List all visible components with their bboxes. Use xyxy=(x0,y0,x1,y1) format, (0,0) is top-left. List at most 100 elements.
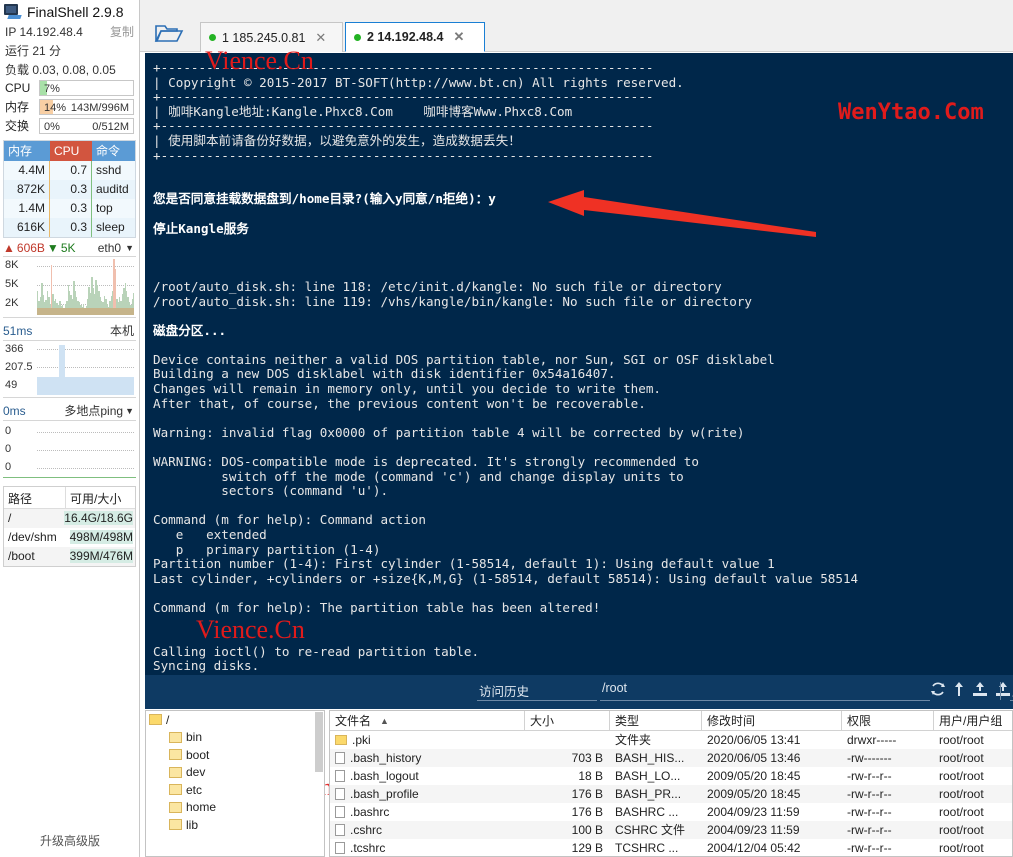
process-memory: 1.4M xyxy=(4,199,50,218)
file-list[interactable]: 文件名 ▲ 大小 类型 修改时间 权限 用户/用户组 .pki 文件夹 2020/0… xyxy=(329,710,1013,857)
file-icon xyxy=(335,770,345,782)
terminal-line: +---------------------------------------… xyxy=(153,118,654,134)
tree-scrollbar[interactable] xyxy=(315,712,323,772)
file-permission: -rw------- xyxy=(847,751,892,765)
terminal-line: Command (m for help): The partition tabl… xyxy=(153,599,601,615)
disk-col-usage[interactable]: 可用/大小 xyxy=(66,487,135,508)
network-y-label: 5K xyxy=(5,278,19,290)
process-command: auditd xyxy=(96,182,129,196)
table-row[interactable]: .bashrc 176 B BASHRC ... 2004/09/23 11:59 -r… xyxy=(330,803,1012,821)
terminal-line: Last cylinder, +cylinders or +size{K,M,G… xyxy=(153,570,859,586)
file-modified-time: 2004/12/04 05:42 xyxy=(707,841,801,855)
file-name-cell: .bash_profile xyxy=(330,785,525,803)
chevron-down-icon[interactable]: ▼ xyxy=(125,243,134,253)
path-field[interactable]: /root xyxy=(600,681,930,701)
tree-item-root[interactable]: / xyxy=(146,711,324,729)
disk-table: 路径 可用/大小 / 16.4G/18.6G /dev/shm 498M/498… xyxy=(3,486,136,567)
download-arrow-icon: ▼ xyxy=(46,241,59,255)
tree-item-etc[interactable]: etc xyxy=(146,781,324,799)
network-y-label: 2K xyxy=(5,297,19,309)
column-header-name[interactable]: 文件名 ▲ xyxy=(330,711,525,730)
tab-label: 2 14.192.48.4 xyxy=(367,30,444,44)
ping-value: 0ms xyxy=(3,403,26,418)
ping-source[interactable]: 多地点ping xyxy=(64,402,123,419)
tree-item-lib[interactable]: lib xyxy=(146,816,324,834)
cpu-meter-row: CPU 7% xyxy=(0,79,139,97)
file-modified-time: 2020/06/05 13:46 xyxy=(707,751,801,765)
process-col-cpu[interactable]: CPU xyxy=(50,141,92,161)
terminal-line: +---------------------------------------… xyxy=(153,147,654,163)
network-interface[interactable]: eth0 xyxy=(98,241,121,255)
tree-item-dev[interactable]: dev xyxy=(146,764,324,782)
file-name-cell: .tcshrc xyxy=(330,839,525,856)
process-row[interactable]: 1.4M 0.3 top xyxy=(4,199,135,218)
disk-col-path[interactable]: 路径 xyxy=(4,487,66,508)
column-header-size[interactable]: 大小 xyxy=(525,711,610,730)
disk-row[interactable]: /dev/shm 498M/498M xyxy=(4,528,135,547)
close-icon[interactable]: ✕ xyxy=(315,30,326,46)
open-folder-icon[interactable] xyxy=(154,22,188,46)
disk-usage-value: 16.4G/18.6G xyxy=(64,511,133,525)
tree-item-home[interactable]: home xyxy=(146,799,324,817)
terminal-line: e extended xyxy=(153,527,267,542)
network-upload-value: 606B xyxy=(16,241,45,255)
table-row[interactable]: .bash_history 703 B BASH_HIS... 2020/06/05 … xyxy=(330,749,1012,767)
process-col-command[interactable]: 命令 xyxy=(92,141,135,161)
table-row[interactable]: .bash_profile 176 B BASH_PR... 2009/05/20 1… xyxy=(330,785,1012,803)
sidebar: FinalShell 2.9.8 IP 14.192.48.4 复制 运行 21… xyxy=(0,0,140,857)
table-row[interactable]: .pki 文件夹 2020/06/05 13:41 drwxr----- root/ro… xyxy=(330,731,1012,749)
access-history-field[interactable]: 访问历史 xyxy=(477,681,597,701)
file-tree[interactable]: / bin boot dev etc home lib xyxy=(145,710,325,857)
tab-session-1[interactable]: 1 185.245.0.81 ✕ xyxy=(200,22,343,52)
terminal-line: p primary partition (1-4) xyxy=(153,541,381,557)
uptime-row: 运行 21 分 xyxy=(0,41,139,60)
table-row[interactable]: .cshrc 100 B CSHRC 文件 2004/09/23 11:59 -rw-r… xyxy=(330,821,1012,839)
disk-row[interactable]: /boot 399M/476M xyxy=(4,547,135,566)
column-header-permission[interactable]: 权限 xyxy=(842,711,934,730)
copy-button[interactable]: 复制 xyxy=(110,23,134,40)
process-row[interactable]: 872K 0.3 auditd xyxy=(4,180,135,199)
terminal-line: +---------------------------------------… xyxy=(153,60,654,75)
close-icon[interactable]: ✕ xyxy=(453,29,464,45)
process-table: 内存 CPU 命令 4.4M 0.7 sshd 872K 0.3 auditd … xyxy=(3,140,136,238)
table-row[interactable]: .bash_logout 18 B BASH_LO... 2009/05/20 18:… xyxy=(330,767,1012,785)
status-dot-icon xyxy=(354,33,361,41)
process-cpu: 0.3 xyxy=(50,180,92,199)
process-memory: 872K xyxy=(4,180,50,199)
swap-label: 交换 xyxy=(5,119,30,133)
upload-arrow-icon[interactable] xyxy=(953,681,965,697)
tree-item-bin[interactable]: bin xyxy=(146,729,324,747)
latency-value: 51ms xyxy=(3,323,33,338)
terminal-output[interactable]: +---------------------------------------… xyxy=(145,53,1013,675)
tab-session-2[interactable]: 2 14.192.48.4 ✕ xyxy=(345,22,485,52)
terminal-line: | 使用脚本前请备份好数据，以避免意外的发生，造成数据丢失！ xyxy=(153,132,521,148)
ping-header: 0ms 多地点ping ▼ xyxy=(0,398,139,420)
process-col-memory[interactable]: 内存 xyxy=(4,141,50,161)
download-icon[interactable] xyxy=(972,681,988,697)
column-header-user[interactable]: 用户/用户组 xyxy=(934,711,1012,730)
uptime-value: 运行 21 分 xyxy=(5,44,62,58)
latency-source[interactable]: 本机 xyxy=(110,322,134,339)
upgrade-link[interactable]: 升级高级版 xyxy=(0,832,140,849)
refresh-icon[interactable] xyxy=(930,681,946,697)
toolbar-divider xyxy=(1000,682,1001,700)
table-row[interactable]: .tcshrc 129 B TCSHRC ... 2004/12/04 05:42 -r… xyxy=(330,839,1012,856)
upload-icon[interactable] xyxy=(995,681,1011,697)
file-toolbar-icons xyxy=(930,681,1011,697)
process-row[interactable]: 616K 0.3 sleep xyxy=(4,218,135,237)
file-list-header: 文件名 ▲ 大小 类型 修改时间 权限 用户/用户组 xyxy=(330,711,1012,731)
disk-row[interactable]: / 16.4G/18.6G xyxy=(4,509,135,528)
process-row[interactable]: 4.4M 0.7 sshd xyxy=(4,161,135,180)
file-owner: root/root xyxy=(939,787,984,801)
latency-chart: 366 207.5 49 xyxy=(3,340,136,398)
terminal-line: switch off the mode (command 'c') and ch… xyxy=(153,468,684,484)
column-header-type[interactable]: 类型 xyxy=(610,711,702,730)
tree-item-boot[interactable]: boot xyxy=(146,746,324,764)
chevron-down-icon[interactable]: ▼ xyxy=(125,406,134,416)
monitor-icon xyxy=(4,4,22,20)
file-size: 703 B xyxy=(571,751,603,765)
column-header-time[interactable]: 修改时间 xyxy=(702,711,842,730)
